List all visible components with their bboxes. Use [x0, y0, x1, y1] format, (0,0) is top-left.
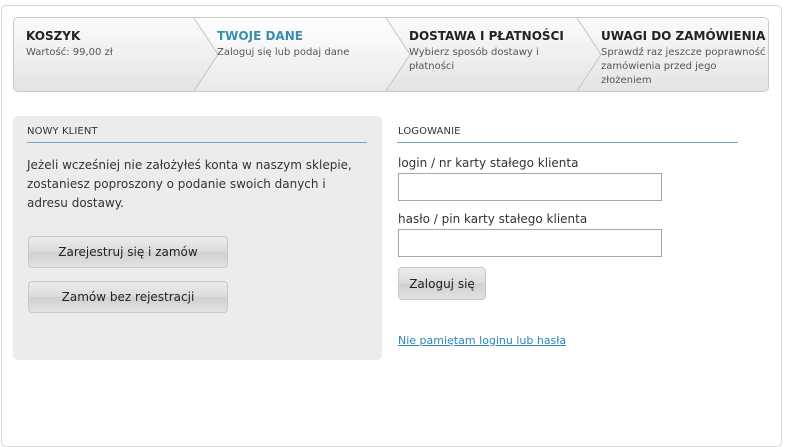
section-divider [27, 142, 367, 143]
step-shipping-payment: DOSTAWA I PŁATNOŚCI Wybierz sposób dosta… [409, 28, 569, 74]
new-client-title: NOWY KLIENT [27, 126, 98, 137]
checkout-steps: KOSZYK Wartość: 99,00 zł TWOJE DANE Zalo… [13, 17, 769, 92]
step-desc: Wybierz sposób dostawy i płatności [409, 47, 539, 72]
step-title: DOSTAWA I PŁATNOŚCI [409, 29, 564, 43]
password-input[interactable] [398, 229, 662, 257]
step-title: KOSZYK [26, 29, 81, 43]
password-label: hasło / pin karty stałego klienta [398, 212, 588, 226]
step-title: TWOJE DANE [217, 29, 303, 43]
login-label: login / nr karty stałego klienta [398, 156, 579, 170]
step-desc: Zaloguj się lub podaj dane [217, 47, 350, 58]
order-without-registration-button[interactable]: Zamów bez rejestracji [28, 281, 228, 313]
step-cart[interactable]: KOSZYK Wartość: 99,00 zł [26, 28, 186, 60]
login-input[interactable] [398, 173, 662, 201]
forgot-credentials-link[interactable]: Nie pamiętam loginu lub hasła [398, 334, 566, 347]
step-desc: Wartość: 99,00 zł [26, 47, 113, 58]
login-title: LOGOWANIE [398, 126, 461, 137]
new-client-panel: NOWY KLIENT Jeżeli wcześniej nie założył… [13, 116, 382, 360]
section-divider [397, 142, 738, 143]
login-button[interactable]: Zaloguj się [398, 267, 486, 300]
new-client-intro: Jeżeli wcześniej nie założyłeś konta w n… [27, 158, 352, 210]
step-your-data: TWOJE DANE Zaloguj się lub podaj dane [217, 28, 382, 60]
step-order-notes: UWAGI DO ZAMÓWIENIA Sprawdź raz jeszcze … [601, 28, 766, 88]
step-title: UWAGI DO ZAMÓWIENIA [601, 29, 766, 43]
register-and-order-button[interactable]: Zarejestruj się i zamów [28, 236, 228, 268]
step-desc: Sprawdź raz jeszcze poprawność zamówieni… [601, 47, 766, 86]
